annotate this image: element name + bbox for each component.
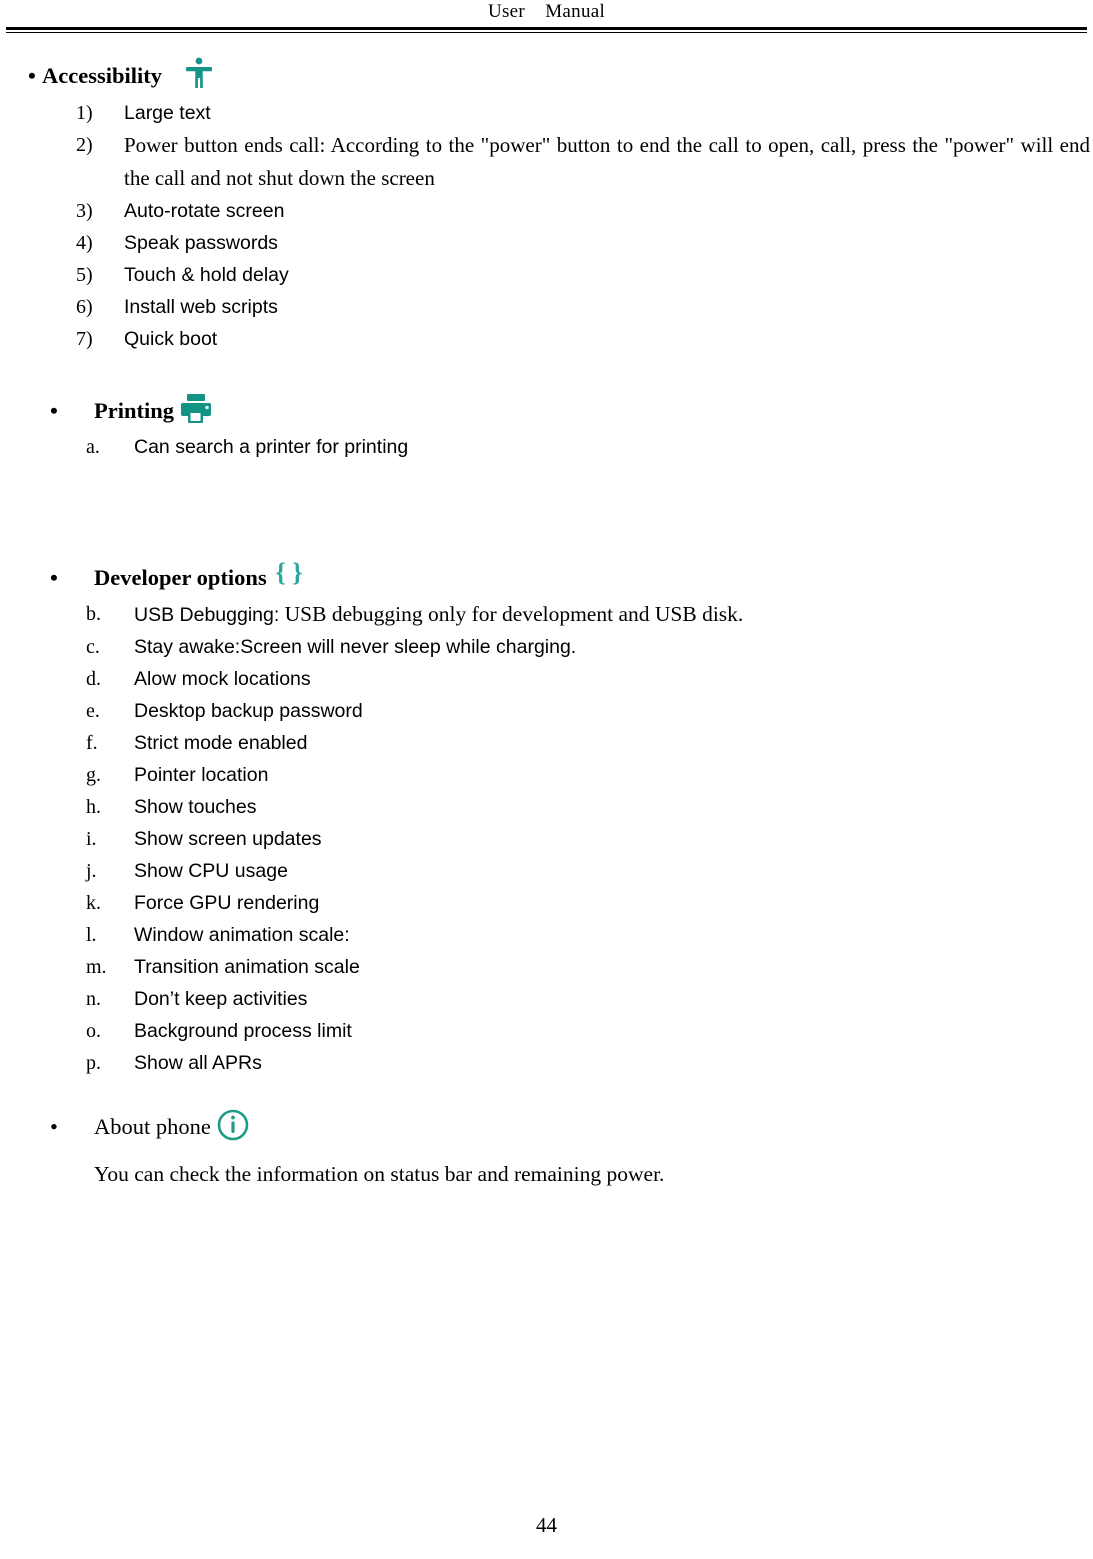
bullet-marker: • — [50, 1113, 58, 1139]
list-item-text: Show CPU usage — [134, 859, 288, 882]
accessibility-item-list: 1) Large text 2) Power button ends call:… — [76, 97, 1090, 355]
list-item: 1) Large text — [76, 97, 1090, 129]
list-item-text: Auto-rotate screen — [124, 199, 285, 222]
developer-options-item-list: b. USB Debugging: USB debugging only for… — [86, 598, 1086, 1079]
list-item-text: Strict mode enabled — [134, 731, 308, 754]
list-item: c. Stay awake:Screen will never sleep wh… — [86, 631, 1086, 663]
section-heading-accessibility: • Accessibility — [28, 57, 1093, 95]
list-item-text: Force GPU rendering — [134, 891, 320, 914]
list-item-text: Install web scripts — [124, 295, 278, 318]
list-item: 2) Power button ends call: According to … — [76, 129, 1090, 195]
list-marker: p. — [86, 1051, 101, 1074]
list-item: h. Show touches — [86, 791, 1086, 823]
header-title: User Manual — [487, 1, 606, 22]
list-item: o. Background process limit — [86, 1015, 1086, 1047]
list-item: g. Pointer location — [86, 759, 1086, 791]
curly-braces-icon: { } — [269, 558, 309, 590]
section-heading-label: Accessibility — [42, 63, 162, 88]
list-item-text-sans: USB Debugging: — [134, 603, 280, 626]
list-marker: h. — [86, 795, 101, 818]
list-item: b. USB Debugging: USB debugging only for… — [86, 598, 1086, 631]
list-item-text: Show all APRs — [134, 1051, 262, 1074]
list-item-text: Background process limit — [134, 1019, 352, 1042]
printer-icon — [180, 393, 214, 425]
list-marker: c. — [86, 635, 100, 658]
list-item: e. Desktop backup password — [86, 695, 1086, 727]
list-marker: 6) — [76, 295, 93, 318]
list-item: k. Force GPU rendering — [86, 887, 1086, 919]
document-content: • Accessibility 1) Large text 2) Power bu… — [0, 36, 1093, 1189]
list-marker: f. — [86, 731, 98, 754]
list-item-text: Show touches — [134, 795, 257, 818]
section-heading-about-phone: • About phone — [50, 1108, 1093, 1146]
list-item-text: Window animation scale: — [134, 923, 350, 946]
list-marker: 3) — [76, 199, 93, 222]
list-item: d. Alow mock locations — [86, 663, 1086, 695]
list-item-text: Stay awake:Screen will never sleep while… — [134, 635, 577, 658]
list-marker: b. — [86, 602, 101, 625]
list-item-text: Can search a printer for printing — [134, 435, 409, 458]
list-marker: m. — [86, 955, 107, 978]
list-item: 7) Quick boot — [76, 323, 1090, 355]
list-item: a. Can search a printer for printing — [86, 431, 1086, 463]
section-heading-label: Developer options — [94, 564, 267, 590]
list-item: f. Strict mode enabled — [86, 727, 1086, 759]
list-item-text-serif: USB debugging only for development and U… — [279, 601, 744, 626]
printing-item-list: a. Can search a printer for printing — [86, 431, 1086, 463]
list-marker: 1) — [76, 101, 93, 124]
list-item: n. Don’t keep activities — [86, 983, 1086, 1015]
list-item: 6) Install web scripts — [76, 291, 1090, 323]
list-marker: e. — [86, 699, 100, 722]
list-item-text: Desktop backup password — [134, 699, 363, 722]
list-marker: i. — [86, 827, 97, 850]
section-heading-label: Printing — [94, 397, 175, 423]
list-item: p. Show all APRs — [86, 1047, 1086, 1079]
about-phone-paragraph: You can check the information on status … — [94, 1162, 665, 1187]
list-item: 4) Speak passwords — [76, 227, 1090, 259]
list-item-text: Quick boot — [124, 327, 218, 350]
list-marker: 7) — [76, 327, 93, 350]
header-rule-thick — [6, 27, 1087, 30]
list-item-text: Alow mock locations — [134, 667, 311, 690]
list-item: j. Show CPU usage — [86, 855, 1086, 887]
list-item-text: Touch & hold delay — [124, 263, 289, 286]
section-heading-printing: • Printing — [50, 393, 1093, 429]
list-item: i. Show screen updates — [86, 823, 1086, 855]
bullet-marker: • — [28, 63, 36, 88]
list-marker: o. — [86, 1019, 101, 1042]
list-item-text: Large text — [124, 101, 211, 124]
header-rule-thin — [6, 32, 1087, 33]
list-marker: l. — [86, 923, 97, 946]
accessibility-person-icon — [184, 56, 214, 90]
section-heading-developer-options: • Developer options { } — [50, 558, 1093, 596]
list-marker: a. — [86, 435, 100, 458]
list-marker: j. — [86, 859, 97, 882]
list-item-text: Don’t keep activities — [134, 987, 308, 1010]
svg-text:{ }: { } — [275, 558, 302, 587]
list-item: l. Window animation scale: — [86, 919, 1086, 951]
list-item-text: USB Debugging: USB debugging only for de… — [134, 598, 1086, 631]
section-heading-label: About phone — [94, 1113, 211, 1139]
list-item-text: Speak passwords — [124, 231, 278, 254]
page-number: 44 — [536, 1513, 557, 1537]
list-item: 5) Touch & hold delay — [76, 259, 1090, 291]
list-marker: d. — [86, 667, 101, 690]
list-marker: g. — [86, 763, 101, 786]
bullet-marker: • — [50, 564, 58, 590]
list-marker: k. — [86, 891, 101, 914]
bullet-marker: • — [50, 397, 58, 423]
list-marker: 5) — [76, 263, 93, 286]
list-marker: n. — [86, 987, 101, 1010]
list-item-text: Show screen updates — [134, 827, 322, 850]
page-header: User Manual — [0, 0, 1093, 30]
list-item-text: Pointer location — [134, 763, 269, 786]
list-marker: 4) — [76, 231, 93, 254]
info-circle-icon — [216, 1108, 250, 1142]
list-marker: 2) — [76, 133, 93, 156]
list-item-text: Power button ends call: According to the… — [124, 132, 1090, 190]
list-item: 3) Auto-rotate screen — [76, 195, 1090, 227]
list-item: m. Transition animation scale — [86, 951, 1086, 983]
list-item-text: Transition animation scale — [134, 955, 360, 978]
